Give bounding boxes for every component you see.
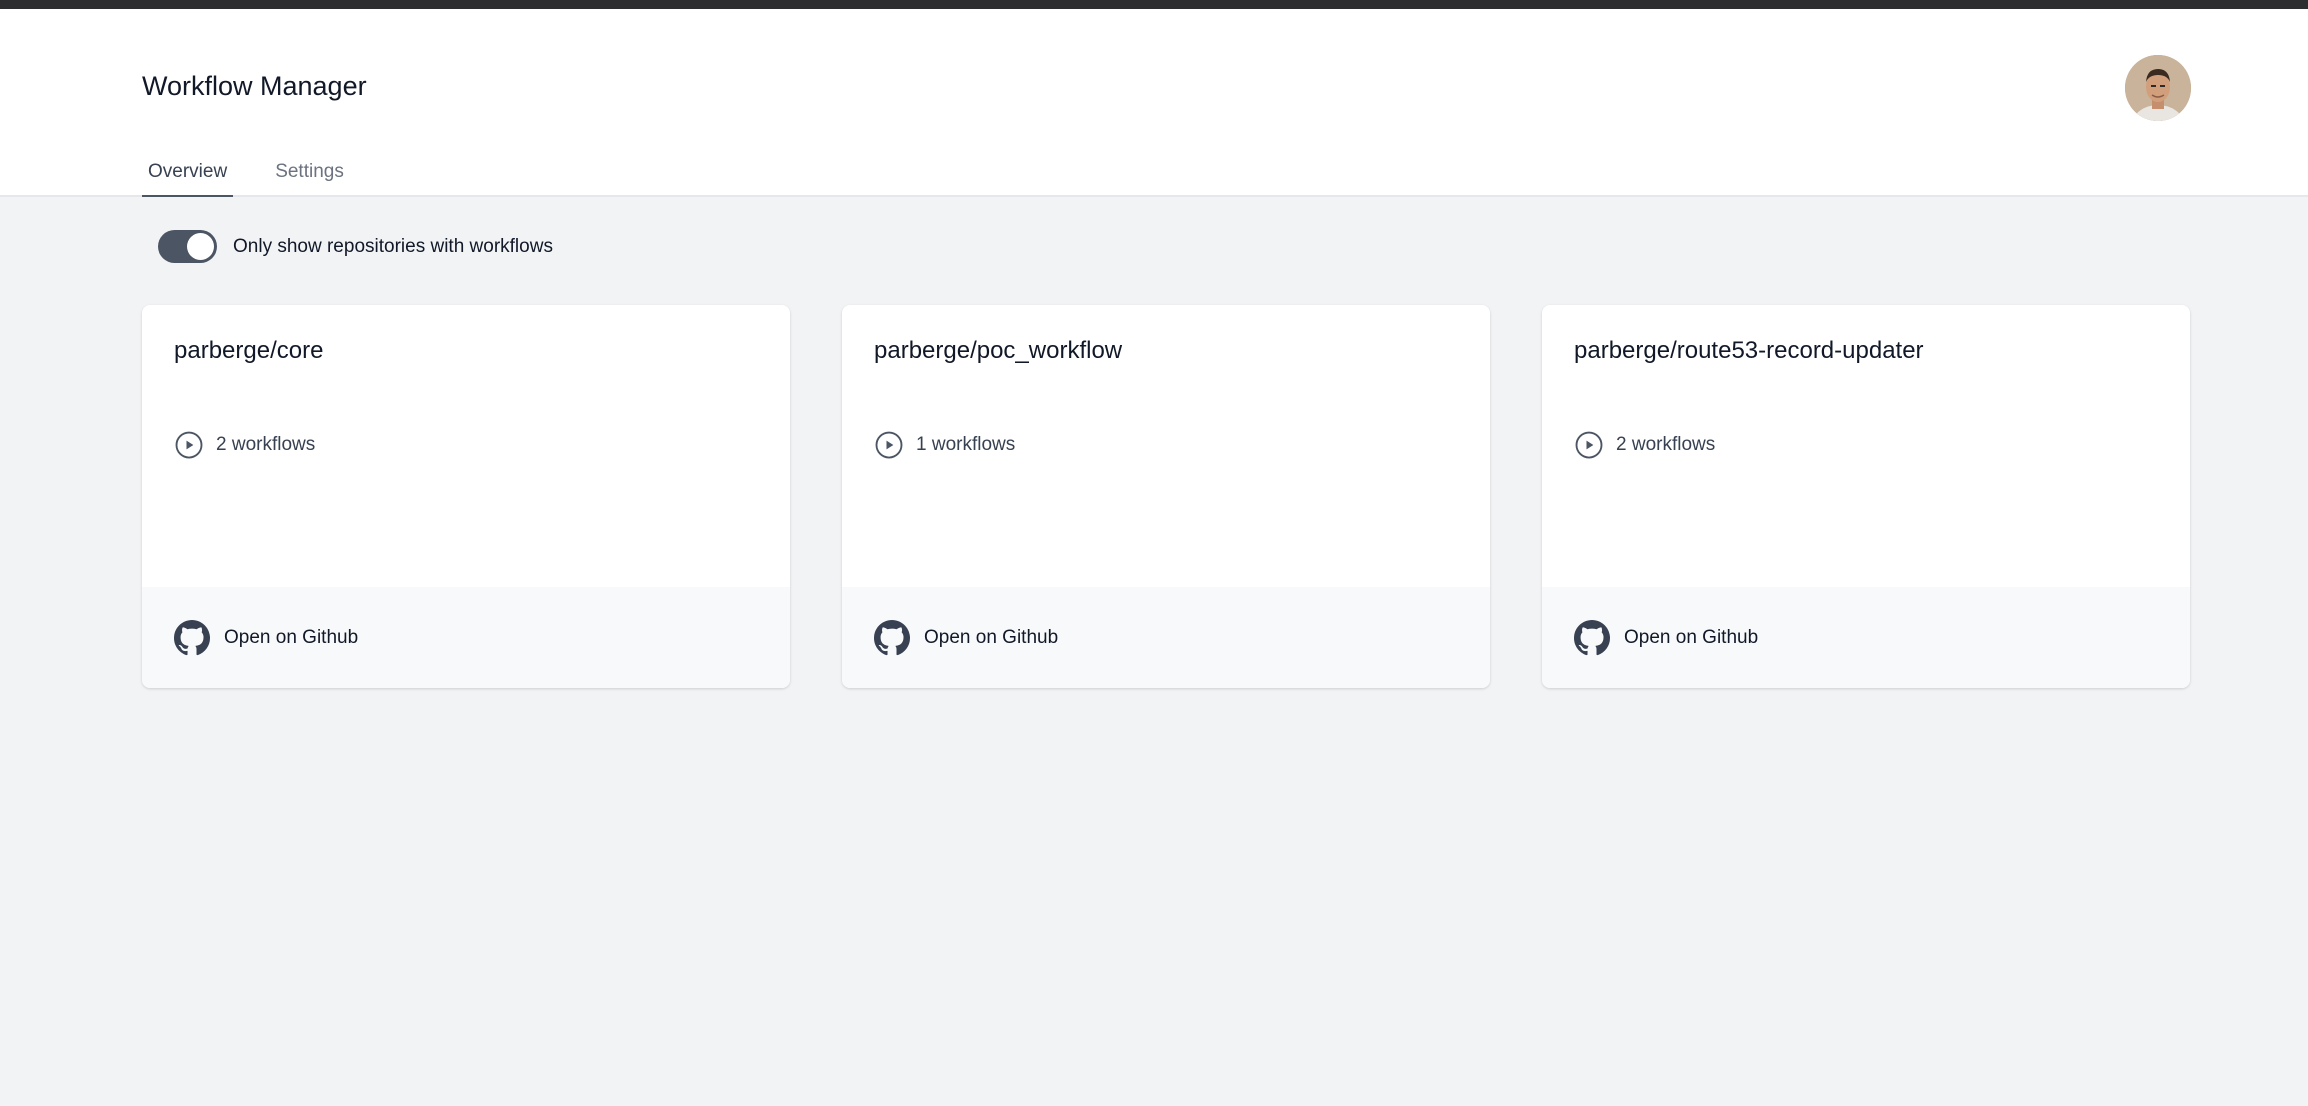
toggle-knob: [187, 233, 214, 260]
repo-name: parberge/core: [174, 337, 324, 364]
user-avatar[interactable]: [2125, 55, 2191, 121]
open-on-github-link[interactable]: Open on Github: [142, 587, 790, 688]
repo-card: parberge/poc_workflow 1 workflows Open o…: [842, 305, 1490, 688]
repo-name: parberge/route53-record-updater: [1574, 337, 1924, 364]
workflow-count-label: 1 workflows: [916, 434, 1016, 455]
tab-overview[interactable]: Overview: [142, 157, 234, 197]
open-on-github-label: Open on Github: [224, 626, 359, 648]
app-title: Workflow Manager: [142, 71, 367, 101]
repo-card: parberge/route53-record-updater 2 workfl…: [1542, 305, 2190, 688]
open-on-github-label: Open on Github: [924, 626, 1059, 648]
workflow-count-label: 2 workflows: [1616, 434, 1716, 455]
github-icon: [1574, 619, 1610, 655]
open-on-github-link[interactable]: Open on Github: [842, 587, 1490, 688]
repo-name: parberge/poc_workflow: [874, 337, 1123, 364]
avatar-image: [2125, 55, 2191, 121]
repo-card: parberge/core 2 workflows Open on Github: [142, 305, 790, 688]
github-icon: [174, 619, 210, 655]
repo-filter: Only show repositories with workflows: [158, 230, 553, 263]
app-header: Workflow Manager Overview Settings: [0, 9, 2308, 197]
open-on-github-label: Open on Github: [1624, 626, 1759, 648]
toggle-label: Only show repositories with workflows: [233, 235, 553, 257]
tab-settings[interactable]: Settings: [269, 157, 350, 197]
open-on-github-link[interactable]: Open on Github: [1542, 587, 2190, 688]
play-circle-icon: [875, 431, 903, 459]
workflow-count-label: 2 workflows: [216, 434, 316, 455]
repo-card-list: parberge/core 2 workflows Open on Github…: [142, 305, 2190, 688]
play-circle-icon: [175, 431, 203, 459]
window-top-bar: [0, 0, 2308, 9]
workflow-count: 1 workflows: [874, 430, 1015, 460]
workflow-count: 2 workflows: [1574, 430, 1715, 460]
workflows-only-toggle[interactable]: [158, 230, 217, 263]
github-icon: [874, 619, 910, 655]
main-tabs: Overview Settings: [142, 157, 386, 197]
workflow-count: 2 workflows: [174, 430, 315, 460]
play-circle-icon: [1575, 431, 1603, 459]
